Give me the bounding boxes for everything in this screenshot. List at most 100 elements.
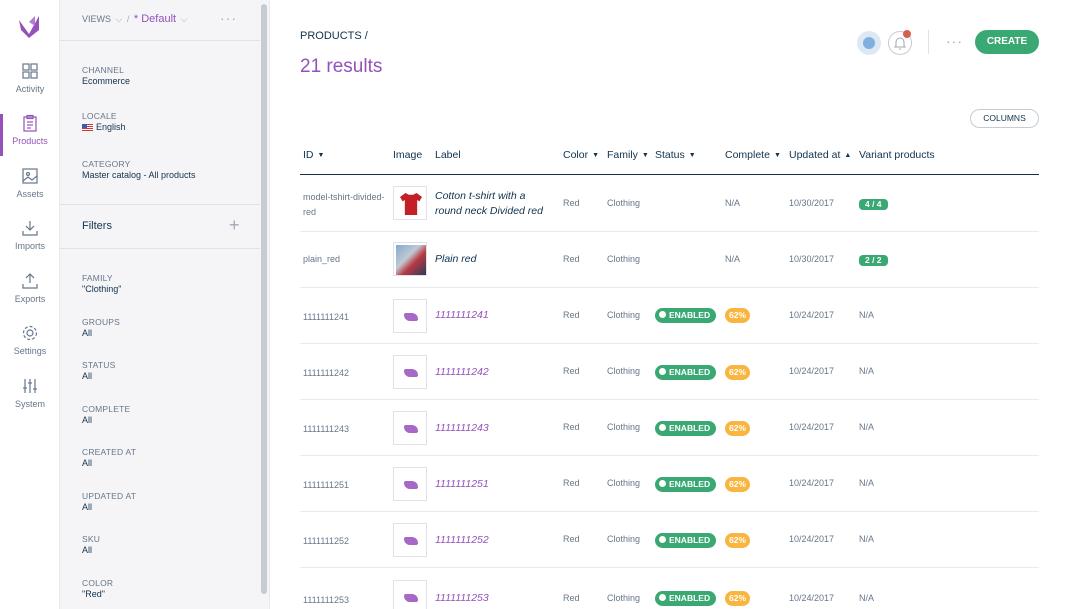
views-more-icon[interactable]: ···	[220, 10, 237, 26]
divider	[60, 40, 260, 41]
placeholder-image-icon	[404, 537, 418, 545]
status-badge: Enabled	[655, 533, 717, 548]
product-thumbnail	[393, 580, 427, 609]
filter-complete[interactable]: Complete All	[82, 404, 130, 425]
table-row[interactable]: 1111111251 1111111251 Red Clothing Enabl…	[300, 456, 1039, 512]
product-updated-at: 10/24/2017	[789, 478, 835, 488]
more-icon[interactable]: ···	[946, 33, 963, 49]
product-complete: N/A	[725, 254, 741, 264]
product-complete: N/A	[725, 198, 741, 208]
product-label: 1111111242	[435, 366, 489, 378]
product-updated-at: 10/24/2017	[789, 310, 835, 320]
nav-label-system: System	[14, 399, 45, 409]
divider	[60, 204, 260, 205]
column-header-status[interactable]: Status ▼	[655, 149, 696, 161]
chevron-down-icon: ⌵	[115, 14, 123, 24]
category-label: Category	[82, 159, 131, 169]
create-button[interactable]: Create	[975, 30, 1039, 54]
channel-switcher[interactable]: Channel Ecommerce	[82, 65, 130, 86]
filter-value: All	[82, 545, 93, 555]
clipboard-icon	[23, 114, 37, 132]
add-filter-icon[interactable]: +	[229, 216, 240, 234]
column-header-label[interactable]: Label	[435, 149, 461, 161]
table-row[interactable]: 1111111243 1111111243 Red Clothing Enabl…	[300, 400, 1039, 456]
nav-label-imports: Imports	[14, 241, 45, 251]
filter-groups[interactable]: Groups All	[82, 317, 120, 338]
column-header-updated-at[interactable]: Updated at ▲	[789, 149, 851, 161]
dashboard-icon	[22, 63, 38, 79]
product-id: 1111111252	[303, 536, 350, 546]
panel-scrollbar[interactable]	[261, 4, 267, 594]
table-row[interactable]: 1111111253 1111111253 Red Clothing Enabl…	[300, 568, 1039, 609]
caret-up-icon: ▲	[844, 151, 852, 159]
product-color: Red	[563, 310, 580, 320]
status-dot-icon	[659, 368, 666, 376]
filter-status[interactable]: Status All	[82, 360, 115, 381]
filter-label: Status	[82, 360, 116, 370]
product-family: Clothing	[607, 254, 641, 264]
status-badge: Enabled	[655, 365, 717, 380]
column-title: Label	[435, 149, 461, 161]
locale-label: Locale	[82, 111, 117, 121]
nav-item-assets[interactable]: Assets	[0, 167, 60, 219]
product-thumbnail	[393, 242, 427, 276]
nav-item-exports[interactable]: Exports	[0, 272, 60, 324]
column-title: Status	[655, 149, 685, 161]
product-family: Clothing	[607, 198, 641, 208]
column-header-family[interactable]: Family ▼	[607, 149, 649, 161]
column-header-image: Image	[393, 149, 422, 161]
product-color: Red	[563, 478, 580, 488]
column-title: Updated at	[789, 149, 841, 161]
product-variant: N/A	[859, 478, 875, 488]
table-row[interactable]: 1111111252 1111111252 Red Clothing Enabl…	[300, 512, 1039, 568]
table-row[interactable]: 1111111241 1111111241 Red Clothing Enabl…	[300, 288, 1039, 344]
breadcrumb[interactable]: Products /	[300, 30, 368, 42]
column-header-variant-products[interactable]: Variant products	[859, 149, 935, 161]
table-row[interactable]: plain_red Plain red Red Clothing N/A 10/…	[300, 232, 1039, 288]
product-thumbnail	[393, 411, 427, 445]
status-badge: Enabled	[655, 421, 717, 436]
columns-button[interactable]: Columns	[970, 109, 1039, 128]
help-button[interactable]	[857, 31, 881, 55]
views-selector[interactable]: Views ⌵ / * Default ⌵	[82, 13, 187, 25]
caret-down-icon: ▼	[317, 151, 325, 159]
column-header-complete[interactable]: Complete ▼	[725, 149, 781, 161]
product-family: Clothing	[607, 593, 641, 603]
filter-color[interactable]: Color "Red"	[82, 578, 113, 599]
filter-sku[interactable]: SKU All	[82, 534, 100, 555]
table-row[interactable]: model-tshirt-divided-red Cotton t-shirt …	[300, 176, 1039, 232]
product-variant: N/A	[859, 593, 875, 603]
completeness-badge: 62%	[725, 308, 751, 323]
product-id: 1111111243	[303, 424, 350, 434]
category-switcher[interactable]: Category Master catalog - All products	[82, 159, 196, 180]
divider	[60, 248, 260, 249]
nav-item-activity[interactable]: Activity	[0, 62, 60, 114]
filter-updated-at[interactable]: Updated at All	[82, 491, 136, 512]
status-dot-icon	[659, 424, 666, 432]
filter-family[interactable]: Family "Clothing"	[82, 273, 121, 294]
main-content: Products / 21 results ··· Create Columns…	[270, 0, 1065, 609]
nav-item-imports[interactable]: Imports	[0, 219, 60, 271]
table-row[interactable]: 1111111242 1111111242 Red Clothing Enabl…	[300, 344, 1039, 400]
product-updated-at: 10/24/2017	[789, 534, 835, 544]
product-color: Red	[563, 422, 580, 432]
filter-created-at[interactable]: Created at All	[82, 447, 136, 468]
status-text: Enabled	[669, 593, 711, 603]
placeholder-image-icon	[404, 425, 418, 433]
column-header-color[interactable]: Color ▼	[563, 149, 599, 161]
filter-label: Groups	[82, 317, 121, 327]
column-header-id[interactable]: ID ▼	[303, 149, 324, 161]
sliders-icon	[23, 379, 37, 393]
nav-item-products[interactable]: Products	[0, 114, 60, 166]
nav-label-settings: Settings	[13, 346, 47, 356]
akeneo-logo-icon[interactable]	[15, 12, 43, 40]
completeness-badge: 62%	[725, 591, 751, 606]
product-thumbnail	[393, 186, 427, 220]
locale-switcher[interactable]: Locale English	[82, 111, 126, 132]
nav-item-settings[interactable]: Settings	[0, 324, 60, 376]
nav-label-activity: Activity	[15, 84, 45, 94]
variant-badge: 2 / 2	[859, 255, 888, 266]
nav-item-system[interactable]: System	[0, 377, 60, 429]
caret-down-icon: ▼	[773, 151, 781, 159]
completeness-badge: 62%	[725, 477, 751, 492]
